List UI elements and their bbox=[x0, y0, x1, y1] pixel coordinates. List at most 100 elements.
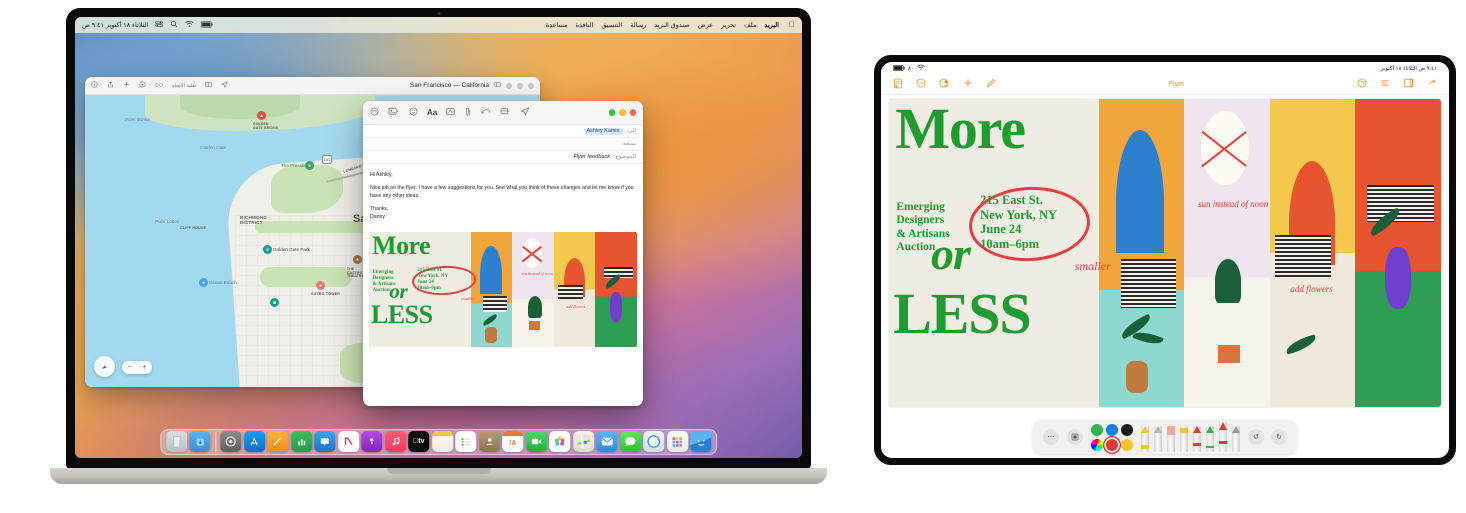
fine-pen[interactable] bbox=[1232, 426, 1240, 452]
maps-minimize-button[interactable] bbox=[517, 82, 523, 89]
search-icon[interactable] bbox=[170, 20, 178, 30]
binoculars-icon[interactable] bbox=[155, 81, 163, 90]
glue-tool[interactable] bbox=[1180, 426, 1188, 452]
battery-icon[interactable] bbox=[201, 21, 214, 30]
markup-pen-icon[interactable] bbox=[986, 78, 996, 91]
maps-icon[interactable] bbox=[572, 431, 594, 452]
swatch-green[interactable] bbox=[1091, 423, 1103, 436]
map-compass[interactable]: ▲ ش bbox=[94, 356, 115, 377]
maps-zoom-button[interactable] bbox=[506, 82, 512, 89]
more-icon[interactable] bbox=[1427, 78, 1437, 91]
help-icon[interactable] bbox=[1357, 78, 1367, 91]
info-icon[interactable] bbox=[91, 81, 98, 90]
map-pin-golden-gate-park[interactable]: ● bbox=[263, 245, 272, 254]
menu-item-format[interactable]: التنسيق bbox=[601, 21, 622, 29]
numbers-icon[interactable] bbox=[290, 431, 312, 452]
map-pin-sutro-tower[interactable]: ● bbox=[316, 281, 325, 290]
mail-compose-window[interactable]: Aa إلى: Ashley Kamin نسخة: الموضوع: Flye… bbox=[363, 101, 643, 406]
map-book-icon[interactable] bbox=[205, 81, 212, 90]
swatch-yellow[interactable] bbox=[1121, 438, 1133, 451]
reply-icon[interactable] bbox=[481, 108, 491, 118]
pages-icon[interactable]: /A bbox=[502, 431, 524, 452]
maps-close-button[interactable] bbox=[528, 82, 534, 89]
sidebar-toggle-icon[interactable] bbox=[494, 81, 501, 90]
map-pin-presidio[interactable]: ● bbox=[305, 161, 314, 170]
undo-icon[interactable]: ↺ bbox=[1248, 429, 1264, 445]
send-icon[interactable] bbox=[520, 107, 530, 118]
trash-icon[interactable] bbox=[165, 431, 187, 452]
menu-item-message[interactable]: رسالة bbox=[630, 21, 646, 29]
photos-icon[interactable] bbox=[549, 431, 571, 452]
color-swatches[interactable] bbox=[1091, 423, 1133, 451]
map-pin-golden-gate-bridge[interactable]: ▲ bbox=[257, 111, 266, 120]
format-icon[interactable] bbox=[1380, 78, 1390, 91]
mail-subject-value[interactable]: Flyer feedback bbox=[573, 154, 610, 160]
apple-tv-icon[interactable]: tv bbox=[408, 431, 430, 452]
pencil-tool[interactable] bbox=[1154, 426, 1162, 452]
notes-icon[interactable] bbox=[431, 431, 453, 452]
menu-item-mail[interactable]: البريد bbox=[764, 21, 779, 29]
collaborate-icon[interactable] bbox=[939, 78, 950, 91]
messages-icon[interactable] bbox=[619, 431, 641, 452]
sidebar-icon[interactable] bbox=[1403, 78, 1414, 91]
markup-icon[interactable] bbox=[446, 107, 455, 118]
map-zoom-out-button[interactable]: − bbox=[127, 364, 131, 371]
finder-icon[interactable] bbox=[690, 431, 712, 452]
mail-flyer-attachment[interactable]: More Emerging Designers & Artisans Aucti… bbox=[369, 232, 637, 348]
menu-item-help[interactable]: مساعدة bbox=[546, 21, 568, 29]
marker-green[interactable] bbox=[1206, 426, 1214, 452]
facetime-icon[interactable] bbox=[525, 431, 547, 452]
menu-item-window[interactable]: النافذة bbox=[576, 21, 594, 29]
stationery-icon[interactable] bbox=[500, 107, 511, 118]
add-icon[interactable] bbox=[123, 81, 130, 90]
ipad-document-title[interactable]: Flyer bbox=[1169, 81, 1185, 88]
menubar-clock[interactable]: الثلاثاء ١٨ أكتوبر ٩:٤١ ص bbox=[82, 21, 148, 29]
color-wheel-icon[interactable] bbox=[1091, 438, 1103, 451]
insert-icon[interactable] bbox=[963, 78, 973, 91]
pen-tools[interactable] bbox=[1141, 422, 1240, 452]
map-zoom-in-button[interactable]: + bbox=[142, 364, 146, 371]
map-zoom-controls[interactable]: − + bbox=[122, 361, 152, 374]
macos-dock[interactable]: tv /A bbox=[159, 429, 718, 455]
freeform-icon[interactable] bbox=[267, 431, 289, 452]
mail-minimize-button[interactable] bbox=[619, 109, 626, 116]
map-pin-ocean-beach[interactable]: ● bbox=[199, 278, 208, 287]
reminders-icon[interactable] bbox=[455, 431, 477, 452]
highlighter-pen[interactable] bbox=[1141, 426, 1149, 452]
undo-redo-group[interactable]: ↺ ↻ bbox=[1248, 429, 1287, 445]
swatch-red-selected[interactable] bbox=[1106, 438, 1118, 451]
launchpad-icon[interactable] bbox=[666, 431, 688, 452]
app-store-icon[interactable] bbox=[243, 431, 265, 452]
redo-icon[interactable]: ↻ bbox=[1271, 429, 1287, 445]
downloads-icon[interactable] bbox=[189, 431, 211, 452]
archive-icon[interactable] bbox=[370, 107, 379, 118]
mail-zoom-button[interactable] bbox=[608, 109, 615, 116]
keynote-icon[interactable] bbox=[314, 431, 336, 452]
wifi-icon[interactable] bbox=[185, 20, 195, 30]
pen-red[interactable] bbox=[1219, 422, 1227, 452]
marker-red[interactable] bbox=[1193, 426, 1201, 452]
apple-menu-icon[interactable]:  bbox=[789, 21, 795, 29]
system-settings-icon[interactable] bbox=[220, 431, 242, 452]
share-icon[interactable] bbox=[107, 81, 114, 90]
contacts-icon[interactable] bbox=[478, 431, 500, 452]
mail-icon[interactable] bbox=[596, 431, 618, 452]
menu-item-view[interactable]: عرض bbox=[698, 21, 713, 29]
menu-item-mailbox[interactable]: صندوق البريد bbox=[654, 21, 689, 29]
maps-toolbar-label[interactable]: تقلية الاتجاه bbox=[172, 83, 196, 89]
map-pin-castro-theatre[interactable]: ● bbox=[353, 255, 362, 264]
map-pin-landmark[interactable]: ■ bbox=[270, 298, 279, 307]
attach-icon[interactable] bbox=[464, 107, 472, 118]
swatch-black[interactable] bbox=[1121, 423, 1133, 436]
mail-subject-row[interactable]: الموضوع: Flyer feedback bbox=[363, 151, 643, 164]
markup-toolbar[interactable]: ⋯ ↺ ↻ bbox=[1033, 420, 1297, 454]
eraser-tool[interactable] bbox=[1167, 426, 1175, 452]
safari-icon[interactable] bbox=[643, 431, 665, 452]
swatch-blue[interactable] bbox=[1106, 423, 1118, 436]
shapes-icon[interactable] bbox=[1067, 429, 1083, 445]
flyer-canvas[interactable]: More Emerging Designers & Artisans Aucti… bbox=[889, 99, 1441, 407]
photo-browser-icon[interactable] bbox=[388, 107, 400, 118]
mail-to-row[interactable]: إلى: Ashley Kamin bbox=[363, 125, 643, 138]
mail-close-button[interactable] bbox=[629, 109, 636, 116]
news-icon[interactable] bbox=[337, 431, 359, 452]
